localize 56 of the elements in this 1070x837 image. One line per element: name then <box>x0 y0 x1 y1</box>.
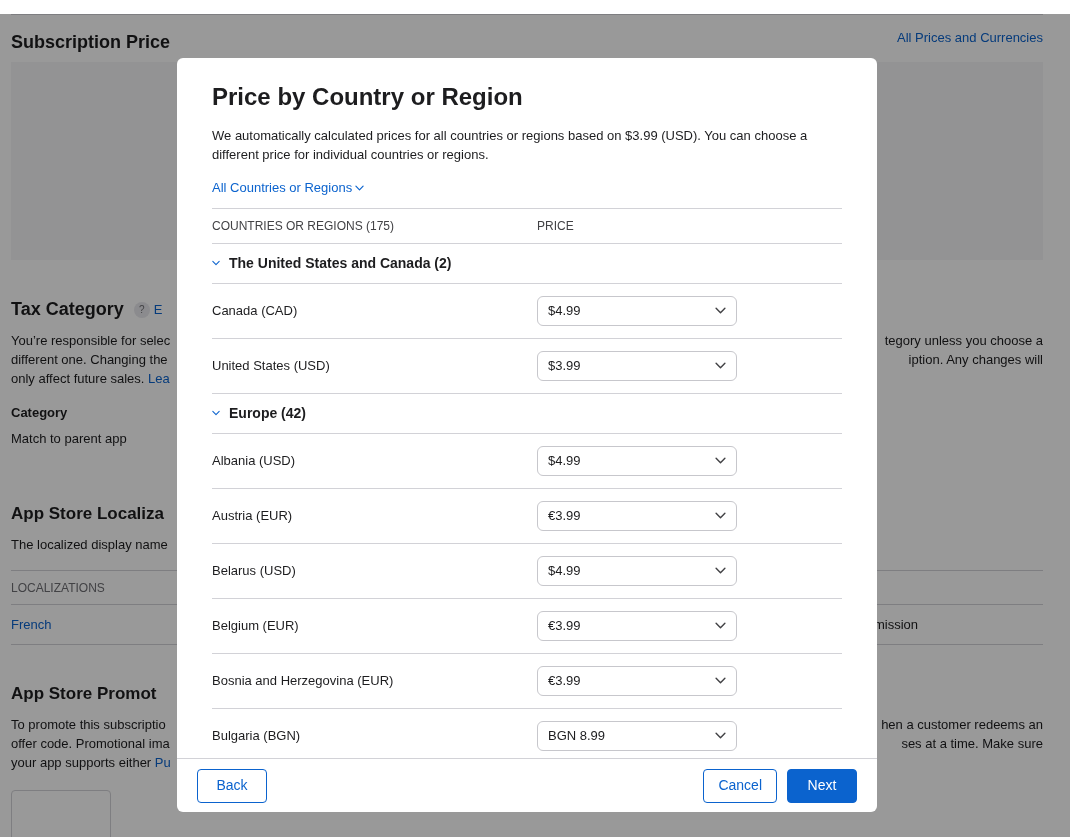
paragraph-text: The localized display name <box>11 535 168 554</box>
group-header[interactable]: The United States and Canada (2) <box>212 243 842 284</box>
table-cell-text: Bulgaria (BGN) <box>212 726 302 745</box>
paragraph-text: ses at a time. Make sure <box>901 734 1043 753</box>
group-header[interactable]: Europe (42) <box>212 393 842 434</box>
table-cell-text: Austria (EUR) <box>212 506 294 525</box>
table-cell-text: United States (USD) <box>212 356 331 375</box>
paragraph-text: hen a customer redeems an <box>881 715 1043 734</box>
text-link[interactable]: Pu <box>154 754 171 770</box>
column-header: PRICE <box>537 217 574 235</box>
price-select[interactable]: €3.99 <box>537 610 737 641</box>
chevron-down-icon <box>715 307 726 314</box>
table-cell-text: Bosnia and Herzegovina (EUR) <box>212 671 395 690</box>
text-link[interactable]: French <box>11 614 52 635</box>
section-heading: App Store Promot <box>11 683 157 705</box>
column-header: COUNTRIES OR REGIONS (175) <box>212 217 396 235</box>
field-label: Category <box>11 404 68 422</box>
paragraph-text: iption. Any changes will <box>908 351 1043 369</box>
paragraph-text: tegory unless you choose a <box>884 332 1043 350</box>
chevron-down-icon <box>715 622 726 629</box>
paragraph-text: only affect future sales. Lea <box>11 370 170 388</box>
section-heading: Subscription Price <box>11 31 171 54</box>
paragraph-text: To promote this subscriptio <box>11 715 166 734</box>
price-select[interactable]: €3.99 <box>537 500 737 531</box>
chevron-down-icon <box>355 184 365 191</box>
field-value: Match to parent app <box>11 429 127 448</box>
price-select[interactable]: $4.99 <box>537 295 737 326</box>
text-link[interactable]: E <box>153 299 163 320</box>
dialog-button[interactable]: Next <box>787 768 857 803</box>
chevron-down-icon <box>715 362 726 369</box>
paragraph-text: your app supports either Pu <box>11 753 171 772</box>
table-cell-text: Belgium (EUR) <box>212 616 300 635</box>
price-select[interactable]: $4.99 <box>537 445 737 476</box>
filter-dropdown[interactable]: All Countries or Regions <box>212 178 365 198</box>
chevron-down-icon <box>715 512 726 519</box>
dialog-title: Price by Country or Region <box>212 82 524 112</box>
price-select[interactable]: $3.99 <box>537 350 737 381</box>
paragraph-text: You’re responsible for selec <box>11 332 171 350</box>
paragraph-text: different one. Changing the <box>11 351 168 369</box>
price-select[interactable]: $4.99 <box>537 555 737 586</box>
dialog-description: We automatically calculated prices for all countries or regions based on $3.99 (USD). You can choose a different price for individual countries or regions. <box>212 127 809 164</box>
chevron-down-icon <box>715 457 726 464</box>
chevron-down-icon <box>715 732 726 739</box>
price-select[interactable]: €3.99 <box>537 665 737 696</box>
dialog-button[interactable]: Back <box>197 768 267 803</box>
chevron-down-icon <box>715 677 726 684</box>
table-cell-text: Canada (CAD) <box>212 301 299 320</box>
section-heading: App Store Localiza <box>11 503 165 525</box>
text-link[interactable]: Lea <box>148 371 170 386</box>
price-select[interactable]: BGN 8.99 <box>537 720 737 751</box>
table-cell-text: Albania (USD) <box>212 451 297 470</box>
paragraph-text: offer code. Promotional ima <box>11 734 170 753</box>
dialog-button[interactable]: Cancel <box>703 768 777 803</box>
chevron-down-icon <box>715 567 726 574</box>
text-link[interactable]: All Prices and Currencies <box>897 28 1043 48</box>
section-heading: Tax Category <box>11 298 124 321</box>
